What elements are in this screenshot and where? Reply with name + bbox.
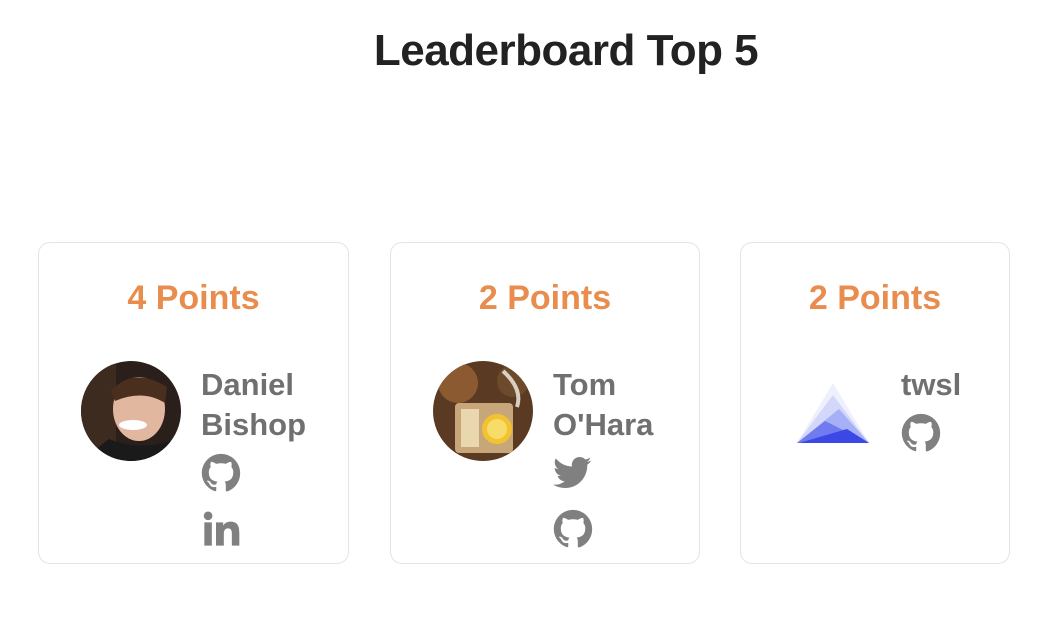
avatar[interactable] xyxy=(433,361,533,461)
avatar[interactable] xyxy=(81,361,181,461)
leader-card-3: 2 Points twsl xyxy=(740,242,1010,564)
points-label: 2 Points xyxy=(478,279,612,317)
mountain-logo-icon[interactable] xyxy=(795,381,871,445)
github-icon[interactable] xyxy=(201,453,241,493)
points-label: 4 Points xyxy=(127,279,260,317)
user-name[interactable]: Tom O'Hara xyxy=(553,365,653,445)
user-name[interactable]: Daniel Bishop xyxy=(201,365,306,445)
leader-card-1: 4 Points Daniel Bishop xyxy=(38,242,349,564)
page-title: Leaderboard Top 5 xyxy=(373,26,759,75)
twitter-icon[interactable] xyxy=(553,453,593,493)
leader-card-2: 2 Points Tom O'Hara xyxy=(390,242,700,564)
points-label: 2 Points xyxy=(808,279,942,317)
github-icon[interactable] xyxy=(901,413,941,453)
github-icon[interactable] xyxy=(553,509,593,549)
linkedin-icon[interactable] xyxy=(201,509,241,549)
user-name[interactable]: twsl xyxy=(901,365,961,405)
